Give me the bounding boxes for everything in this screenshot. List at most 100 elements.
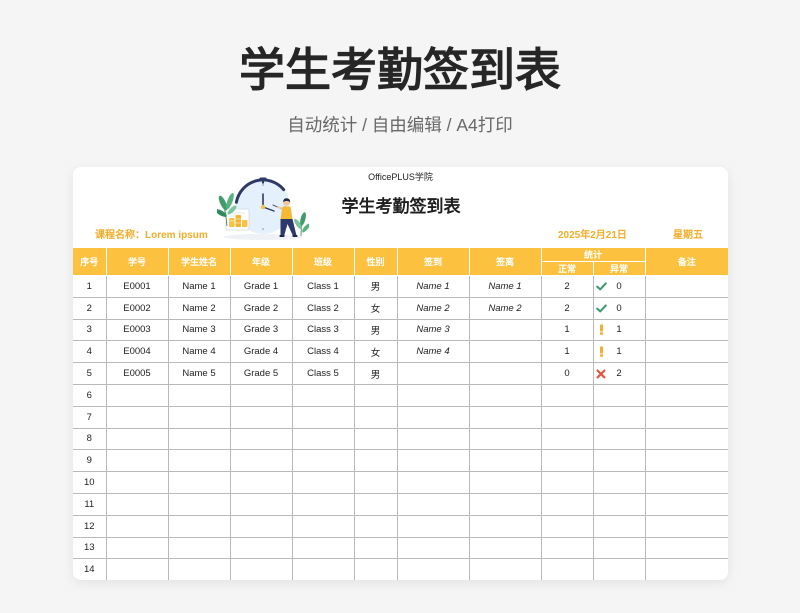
student-id-cell bbox=[105, 514, 169, 538]
normal-count-cell bbox=[540, 427, 594, 451]
table-row: 9 bbox=[73, 449, 728, 473]
row-index-text: 10 bbox=[83, 477, 95, 489]
column-header-normal: 正常 bbox=[541, 261, 594, 276]
normal-count-text: 0 bbox=[564, 368, 570, 380]
row-index-text: 14 bbox=[83, 564, 95, 576]
table-body: 1 E0001 Name 1 Grade 1 Class 1 男 Name 1 Name 1 2… bbox=[73, 275, 728, 580]
gender-cell bbox=[353, 471, 398, 494]
table-row: 7 bbox=[73, 405, 728, 429]
gender-cell bbox=[353, 492, 398, 516]
sign-in-cell bbox=[396, 536, 470, 560]
page-subtitle: 自动统计 / 自由编辑 / A4打印 bbox=[287, 115, 513, 135]
sign-in-cell: Name 4 bbox=[396, 340, 470, 364]
student-name-cell: Name 2 bbox=[167, 296, 231, 320]
sign-in-text: Name 3 bbox=[416, 324, 450, 336]
sign-out-cell bbox=[468, 471, 542, 494]
sign-in-cell bbox=[396, 427, 470, 451]
column-header-gender: 性别 bbox=[353, 247, 398, 276]
table-row: 8 bbox=[73, 427, 728, 451]
normal-count-cell bbox=[540, 492, 594, 516]
class-text: Class 4 bbox=[307, 346, 339, 358]
brand-label: OfficePLUS学院 bbox=[368, 172, 433, 182]
grade-cell: Grade 2 bbox=[229, 296, 293, 320]
column-header-remarks: 备注 bbox=[644, 247, 728, 276]
grade-cell bbox=[229, 536, 293, 560]
row-index-text: 5 bbox=[86, 368, 92, 380]
student-name-cell: Name 1 bbox=[167, 275, 231, 298]
sign-in-cell bbox=[396, 514, 470, 538]
normal-count-cell bbox=[540, 558, 594, 580]
row-index-cell: 14 bbox=[73, 558, 107, 580]
row-index-cell: 12 bbox=[73, 514, 107, 538]
grade-cell bbox=[229, 471, 293, 494]
normal-count-text: 1 bbox=[564, 324, 570, 336]
column-header-grade: 年级 bbox=[229, 247, 293, 276]
student-id-text: E0004 bbox=[123, 346, 151, 358]
row-index-text: 4 bbox=[86, 346, 92, 358]
sign-out-cell bbox=[468, 362, 542, 385]
class-cell bbox=[291, 514, 355, 538]
gender-cell: 男 bbox=[353, 275, 398, 298]
row-index-cell: 3 bbox=[73, 318, 107, 342]
class-cell: Class 5 bbox=[291, 362, 355, 385]
student-name-cell bbox=[167, 558, 231, 580]
student-id-cell: E0002 bbox=[105, 296, 169, 320]
table-row: 2 E0002 Name 2 Grade 2 Class 2 女 Name 2 Name 2 2… bbox=[73, 296, 728, 320]
row-index-cell: 11 bbox=[73, 492, 107, 516]
remarks-cell bbox=[644, 492, 728, 516]
grade-cell: Grade 5 bbox=[229, 362, 293, 385]
gender-cell: 女 bbox=[353, 296, 398, 320]
sign-in-cell: Name 1 bbox=[396, 275, 470, 298]
abnormal-count-cell bbox=[592, 471, 646, 494]
sign-out-cell: Name 1 bbox=[468, 275, 542, 298]
student-name-cell bbox=[167, 405, 231, 429]
gender-cell bbox=[353, 514, 398, 538]
table-row: 10 bbox=[73, 471, 728, 494]
normal-count-cell: 1 bbox=[540, 340, 594, 364]
student-name-cell bbox=[167, 449, 231, 473]
class-cell bbox=[291, 471, 355, 494]
class-cell: Class 4 bbox=[291, 340, 355, 364]
normal-count-text: 2 bbox=[564, 280, 570, 292]
sign-out-cell bbox=[468, 340, 542, 364]
normal-count-cell bbox=[540, 536, 594, 560]
student-id-text: E0002 bbox=[123, 302, 151, 314]
class-cell bbox=[291, 492, 355, 516]
sheet-weekday: 星期五 bbox=[673, 230, 703, 241]
remarks-cell bbox=[644, 536, 728, 560]
normal-count-cell: 2 bbox=[540, 296, 594, 320]
row-index-cell: 6 bbox=[73, 383, 107, 407]
sign-out-cell bbox=[468, 558, 542, 580]
grade-cell bbox=[229, 405, 293, 429]
column-header-sign-out: 签离 bbox=[468, 247, 542, 276]
table-row: 14 bbox=[73, 558, 728, 580]
row-index-text: 11 bbox=[84, 498, 95, 510]
abnormal-count-cell bbox=[592, 558, 646, 580]
abnormal-count-text: 0 bbox=[616, 280, 622, 292]
student-name-cell: Name 5 bbox=[167, 362, 231, 385]
page-title: 学生考勤签到表 bbox=[239, 44, 561, 96]
student-name-cell: Name 3 bbox=[167, 318, 231, 342]
sheet-date: 2025年2月21日 bbox=[558, 230, 627, 241]
remarks-cell bbox=[644, 449, 728, 473]
course-info: 课程名称：Lorem ipsum bbox=[95, 229, 208, 243]
column-header-stats: 统计 bbox=[540, 247, 646, 262]
gender-cell: 女 bbox=[353, 340, 398, 364]
sign-out-cell bbox=[468, 383, 542, 407]
table-row: 4 E0004 Name 4 Grade 4 Class 4 女 Name 4 1 1 bbox=[73, 340, 728, 364]
row-index-cell: 7 bbox=[73, 405, 107, 429]
student-id-cell: E0004 bbox=[105, 340, 169, 364]
column-header-index: 序号 bbox=[73, 247, 107, 276]
sign-out-cell bbox=[468, 492, 542, 516]
check-icon bbox=[595, 276, 608, 297]
table-row: 5 E0005 Name 5 Grade 5 Class 5 男 0 2 bbox=[73, 362, 728, 385]
clock-attendance-illustration bbox=[217, 177, 309, 240]
remarks-cell bbox=[644, 427, 728, 451]
class-cell bbox=[291, 536, 355, 560]
student-id-cell bbox=[105, 558, 169, 580]
student-name-cell bbox=[167, 471, 231, 494]
grade-cell bbox=[229, 558, 293, 580]
gender-text: 女 bbox=[370, 304, 381, 316]
class-text: Class 3 bbox=[307, 324, 339, 336]
sign-out-cell: Name 2 bbox=[468, 296, 542, 320]
